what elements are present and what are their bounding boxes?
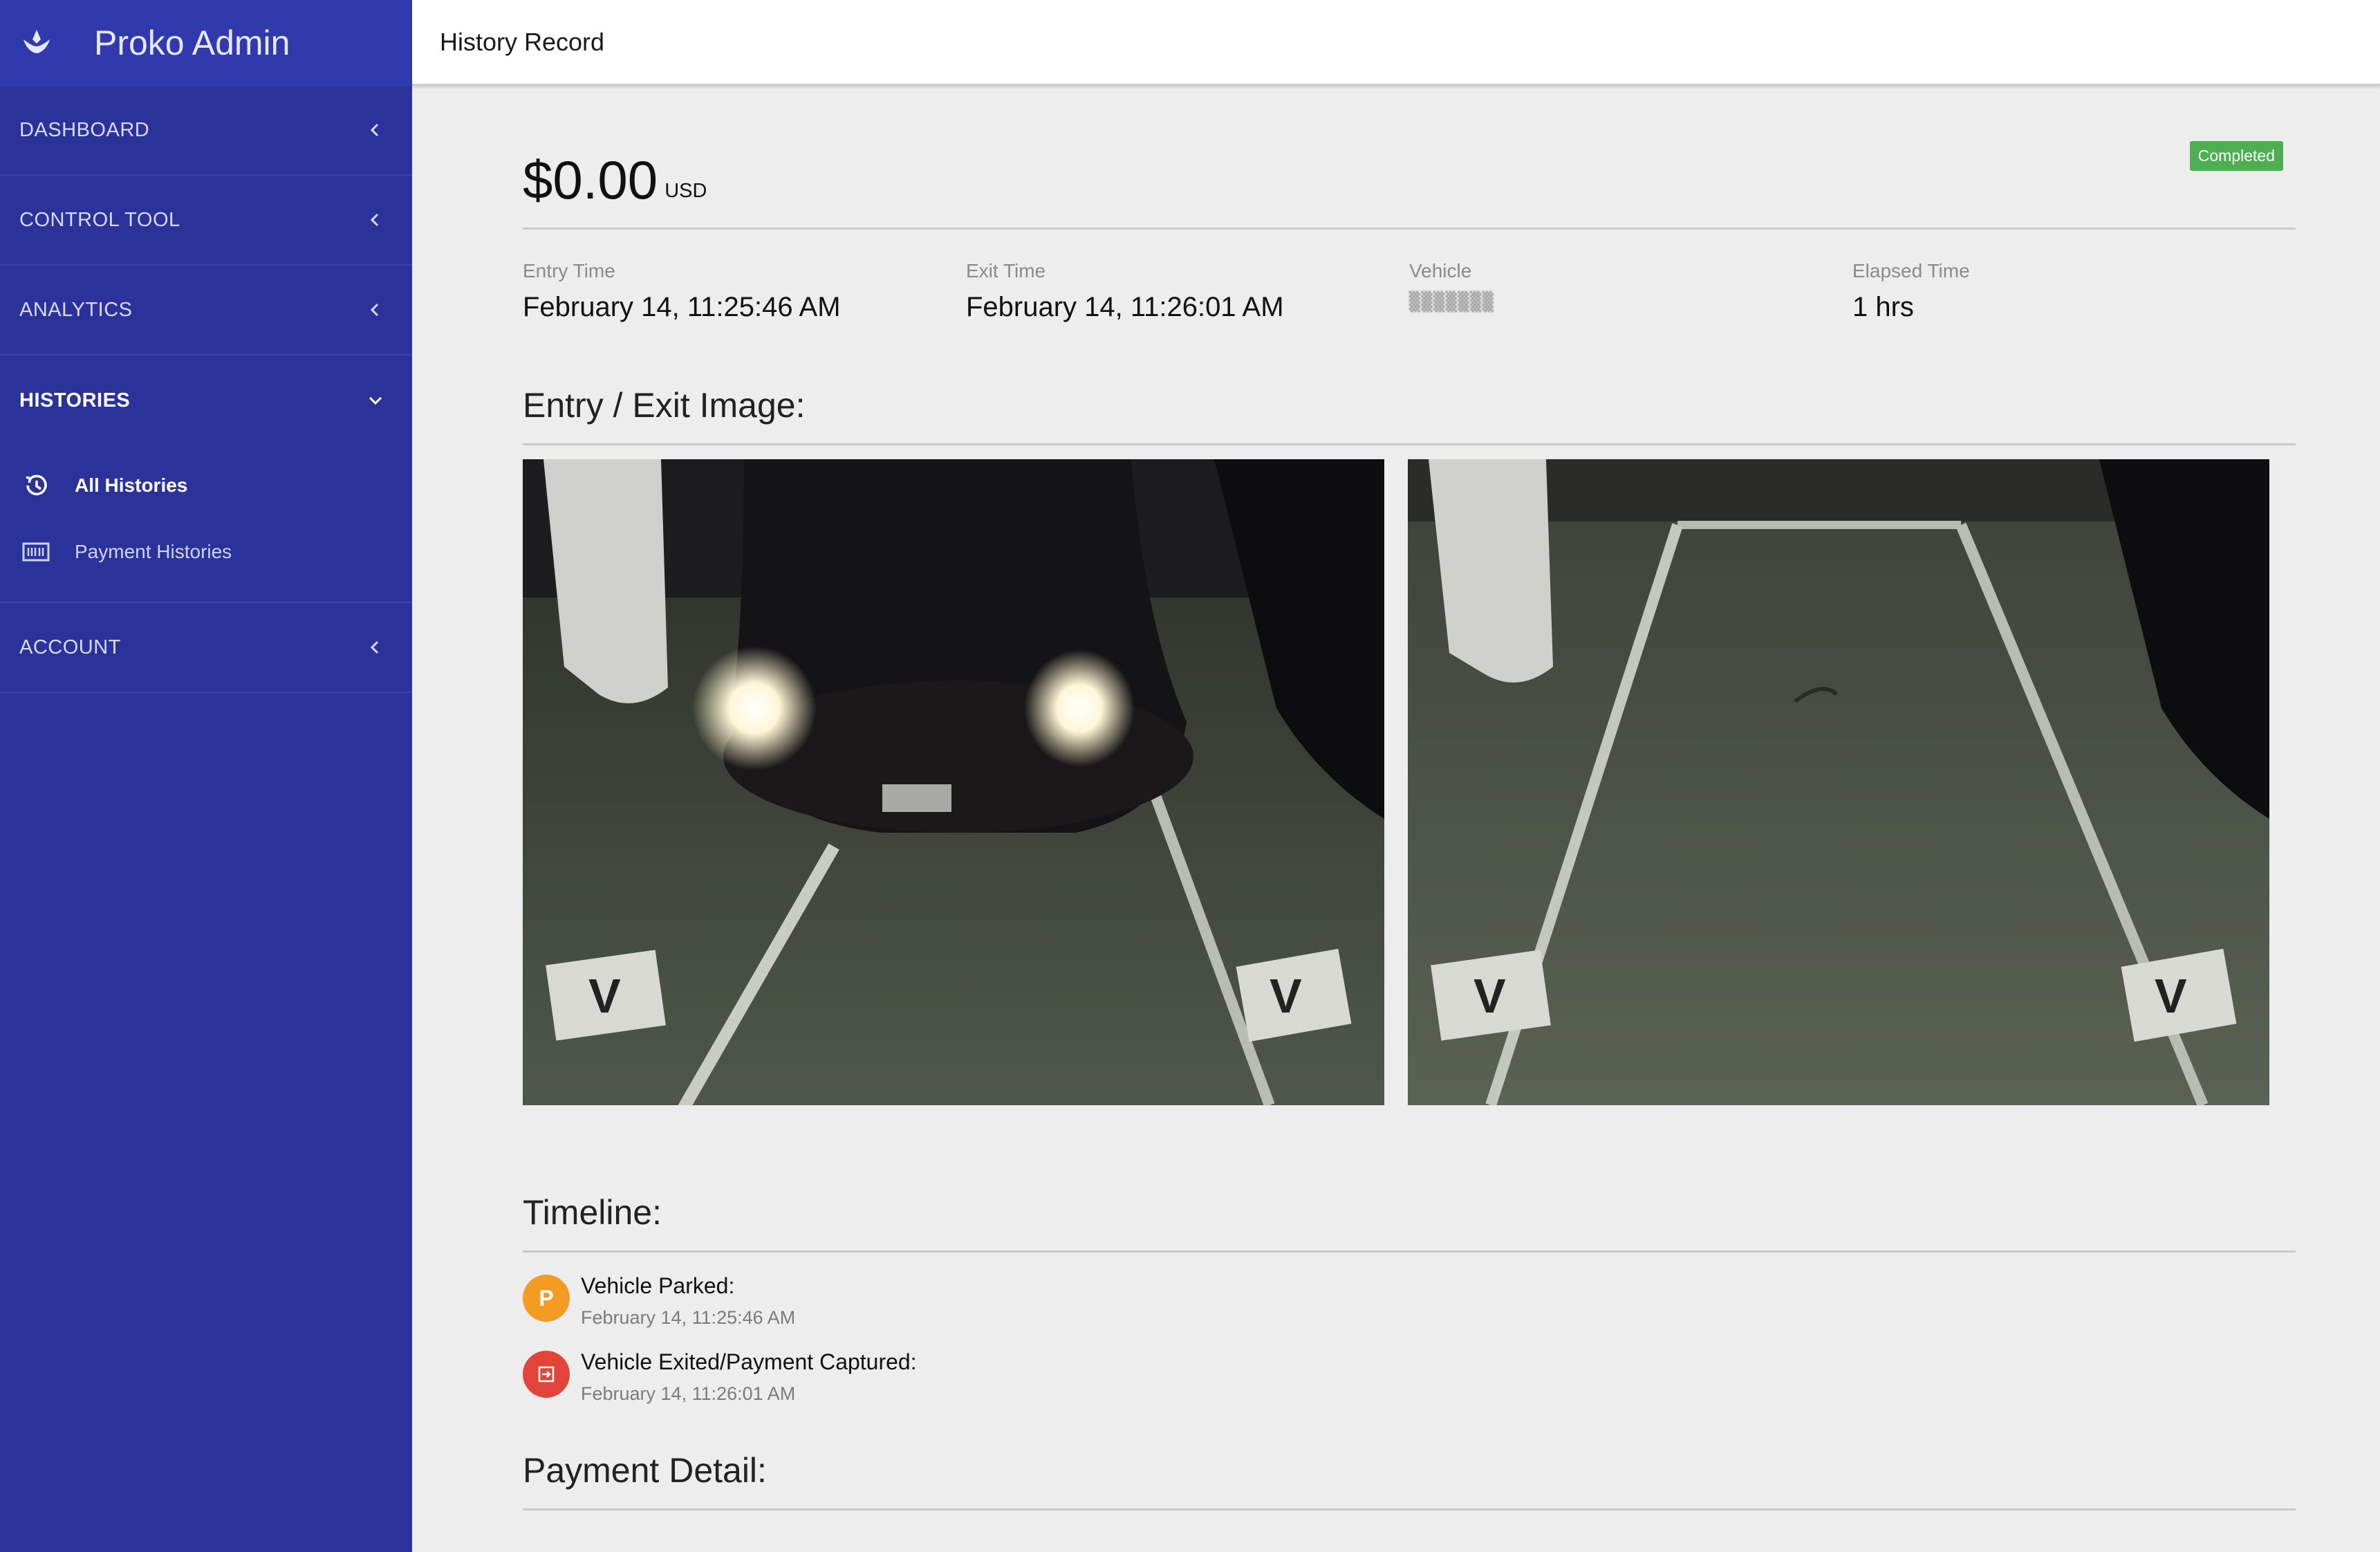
timeline-section-title: Timeline: [523, 1192, 2296, 1253]
exit-time-label: Exit Time [966, 260, 1046, 281]
elapsed-time-label: Elapsed Time [1852, 260, 1970, 281]
receipt-icon [22, 542, 50, 562]
sidebar-item-histories[interactable]: HISTORIES [0, 355, 412, 445]
timeline-label: Vehicle Exited/Payment Captured: [581, 1349, 917, 1374]
vehicle-label: Vehicle [1409, 260, 1472, 281]
parked-icon: P [523, 1275, 570, 1322]
timeline-time: February 14, 11:26:01 AM [581, 1383, 796, 1404]
entry-time-block: Entry Time February 14, 11:25:46 AM [523, 260, 966, 323]
exit-door-icon [538, 1366, 555, 1383]
entry-image[interactable]: V V [523, 459, 1384, 1105]
history-icon [26, 474, 47, 496]
sidebar-item-account[interactable]: ACCOUNT [0, 603, 412, 693]
entry-exit-images: V V V V [523, 459, 2296, 1105]
images-section-title: Entry / Exit Image: [523, 385, 2296, 445]
timeline-item-exited: Vehicle Exited/Payment Captured: Februar… [523, 1348, 2296, 1405]
histories-submenu: All Histories Payment Histories [0, 445, 412, 603]
sidebar-item-all-histories[interactable]: All Histories [0, 452, 412, 519]
sidebar-item-dashboard[interactable]: DASHBOARD [0, 86, 412, 176]
exit-time-block: Exit Time February 14, 11:26:01 AM [966, 260, 1409, 323]
exit-camera-photo: V V [1408, 459, 2269, 1105]
vehicle-block: Vehicle ▒▒▒▒▒▒▒ [1409, 260, 1852, 323]
elapsed-time-block: Elapsed Time 1 hrs [1852, 260, 2296, 323]
sidebar-item-label: CONTROL TOOL [19, 208, 180, 231]
chevron-down-icon [369, 396, 382, 405]
chevron-left-icon [370, 640, 379, 654]
elapsed-time-value: 1 hrs [1852, 292, 1914, 322]
logo-icon [24, 30, 50, 53]
timeline-list: P Vehicle Parked: February 14, 11:25:46 … [523, 1272, 2296, 1405]
brand-bar[interactable]: Proko Admin [0, 0, 412, 86]
sidebar-item-label: ACCOUNT [19, 636, 121, 658]
chevron-left-icon [370, 213, 379, 227]
chevron-left-icon [370, 303, 379, 317]
timeline-time: February 14, 11:25:46 AM [581, 1307, 796, 1328]
top-header: History Record [412, 0, 2380, 86]
sidebar-item-analytics[interactable]: ANALYTICS [0, 266, 412, 355]
timeline-item-parked: P Vehicle Parked: February 14, 11:25:46 … [523, 1272, 2296, 1329]
brand-title: Proko Admin [94, 24, 290, 62]
exit-image[interactable]: V V [1408, 459, 2269, 1105]
currency-label: USD [664, 180, 707, 202]
amount-row: $0.00 USD [523, 86, 2296, 230]
history-record-content: Completed $0.00 USD Entry Time February … [523, 86, 2296, 1511]
sidebar-item-payment-histories[interactable]: Payment Histories [0, 519, 412, 585]
sub-item-label: Payment Histories [75, 541, 232, 562]
page-title: History Record [440, 27, 605, 56]
sidebar-item-label: DASHBOARD [19, 118, 150, 141]
sub-item-label: All Histories [75, 474, 188, 496]
svg-text:V: V [588, 969, 621, 1023]
sidebar-item-label: ANALYTICS [19, 298, 133, 321]
entry-time-value: February 14, 11:25:46 AM [523, 292, 841, 322]
record-info: Entry Time February 14, 11:25:46 AM Exit… [523, 260, 2296, 323]
sidebar: Proko Admin DASHBOARD CONTROL TOOL ANALY… [0, 0, 412, 1552]
entry-camera-photo: V V [523, 459, 1384, 1105]
status-badge: Completed [2189, 141, 2283, 171]
svg-text:V: V [1473, 969, 1506, 1023]
payment-section-title: Payment Detail: [523, 1450, 2296, 1511]
chevron-left-icon [370, 123, 379, 137]
sidebar-item-label: HISTORIES [19, 389, 131, 412]
vehicle-plate-redacted: ▒▒▒▒▒▒▒ [1409, 292, 1495, 313]
exit-icon [523, 1351, 570, 1398]
entry-time-label: Entry Time [523, 260, 615, 281]
amount-value: $0.00 [523, 149, 658, 210]
svg-text:V: V [1270, 969, 1302, 1023]
svg-text:V: V [2155, 969, 2187, 1023]
sidebar-item-control-tool[interactable]: CONTROL TOOL [0, 176, 412, 266]
exit-time-value: February 14, 11:26:01 AM [966, 292, 1284, 322]
timeline-label: Vehicle Parked: [581, 1273, 735, 1298]
